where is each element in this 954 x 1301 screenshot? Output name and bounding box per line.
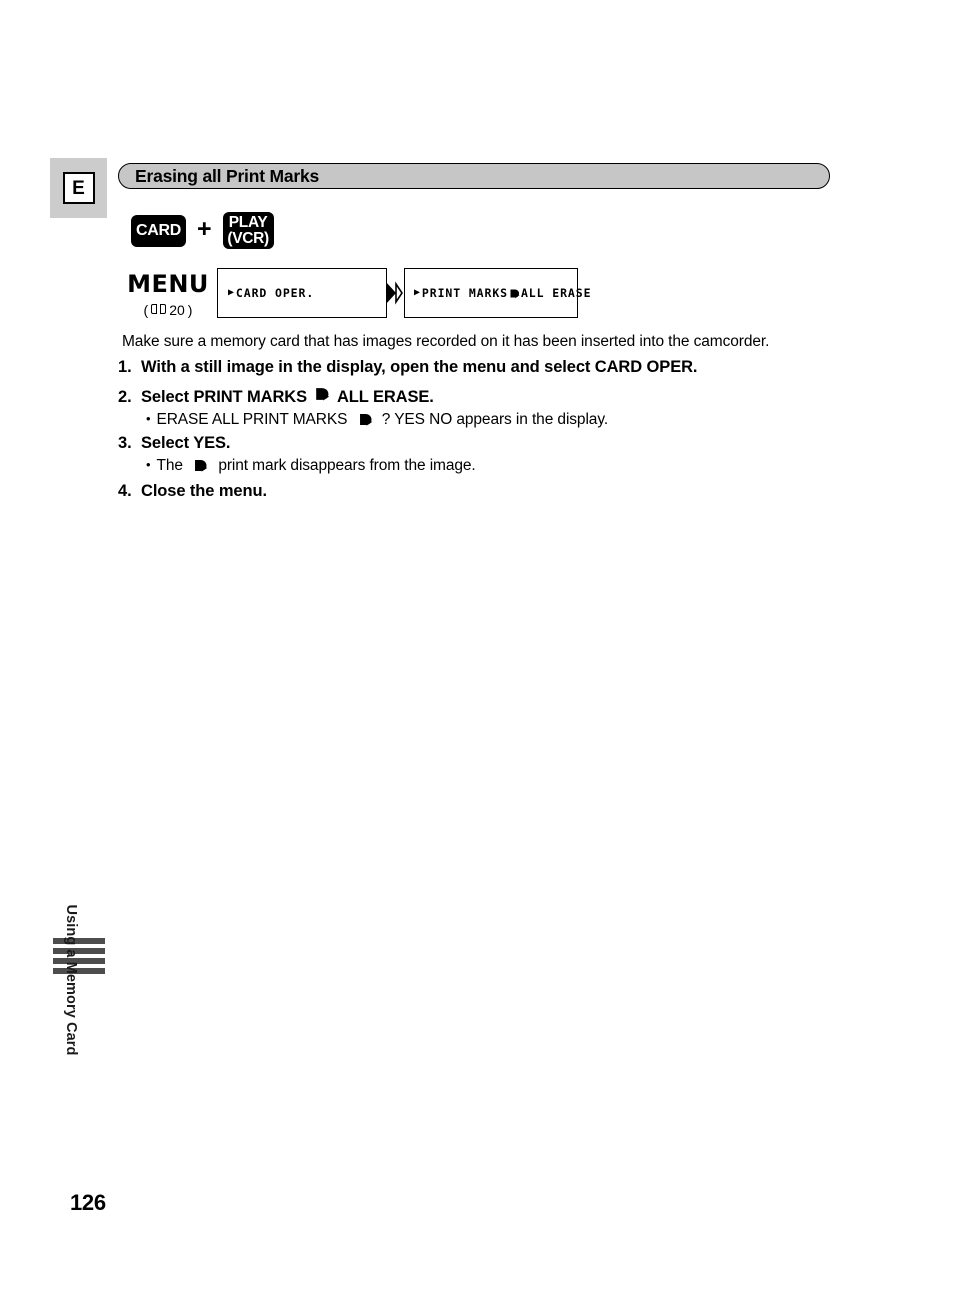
step-3: 3. Select YES. • The print mark disappea…: [118, 434, 858, 475]
step-2-note-text: ERASE ALL PRINT MARKS ? YES NO appears i…: [156, 411, 608, 429]
key-combination-row: CARD + PLAY (VCR): [131, 212, 274, 249]
step-3-note: • The print mark disappears from the ima…: [146, 457, 858, 475]
card-button-label: CARD: [135, 221, 182, 239]
card-button[interactable]: CARD: [131, 214, 186, 247]
menu-screen2-text-before: PRINT MARKS: [421, 286, 508, 300]
language-indicator-block: E: [50, 158, 107, 218]
step-2-text: Select PRINT MARKS ALL ERASE.: [141, 386, 434, 407]
step-3-heading: 3. Select YES.: [118, 434, 858, 453]
menu-label: MENU: [127, 270, 209, 298]
plus-sign: +: [197, 215, 212, 243]
step-3-note-text: The print mark disappears from the image…: [156, 457, 475, 475]
menu-screen-line: ▶ CARD OPER.: [228, 286, 314, 300]
caret-right-icon: ▶: [228, 287, 235, 298]
bullet-icon: •: [146, 457, 151, 472]
print-mark-icon: [358, 412, 373, 427]
step-1-heading: 1. With a still image in the display, op…: [118, 358, 858, 377]
tab-bar: [53, 958, 105, 964]
step-2: 2. Select PRINT MARKS ALL ERASE. • ERASE…: [118, 386, 858, 429]
step-1: 1. With a still image in the display, op…: [118, 358, 858, 377]
chapter-title-text: Using a Memory Card: [63, 904, 79, 1056]
menu-screen2-text-after: ALL ERASE: [520, 286, 592, 300]
step-1-text: With a still image in the display, open …: [141, 358, 698, 376]
paren-open: (: [143, 302, 149, 318]
step-2-text-after: ALL ERASE.: [336, 388, 434, 406]
language-letter: E: [62, 172, 95, 204]
step-4-number: 4.: [118, 482, 132, 500]
print-mark-icon: [509, 288, 520, 299]
menu-screen1-text: CARD OPER.: [235, 286, 315, 300]
tab-bar: [53, 948, 105, 954]
book-icon: [151, 304, 167, 316]
step-4-heading: 4. Close the menu.: [118, 482, 858, 501]
double-chevron-right-icon: [385, 280, 403, 306]
play-button-label-line2: (VCR): [227, 229, 269, 247]
menu-page-reference: ( 20 ): [120, 303, 216, 317]
step-2-note-text-before: ERASE ALL PRINT MARKS: [156, 411, 348, 428]
tab-bar: [53, 938, 105, 944]
step-1-number: 1.: [118, 358, 132, 376]
chapter-tab-bars: [53, 938, 105, 978]
step-2-note-text-after: ? YES NO appears in the display.: [381, 411, 609, 428]
chapter-title-vertical: Using a Memory Card: [53, 905, 105, 1180]
step-3-text: Select YES.: [141, 434, 231, 452]
play-button-label-line1: PLAY: [228, 213, 268, 231]
menu-screen-line: ▶ PRINT MARKS ALL ERASE: [414, 286, 591, 300]
play-vcr-button[interactable]: PLAY (VCR): [222, 212, 274, 249]
print-mark-icon: [193, 458, 208, 473]
tab-bar: [53, 968, 105, 974]
section-title: Erasing all Print Marks: [135, 165, 320, 186]
intro-paragraph: Make sure a memory card that has images …: [122, 333, 770, 350]
bullet-icon: •: [146, 411, 151, 426]
menu-label-group: MENU ( 20 ): [120, 272, 216, 317]
caret-right-icon: ▶: [414, 287, 421, 298]
page-number: 126: [70, 1190, 106, 1215]
step-3-note-text-after: print mark disappears from the image.: [218, 457, 476, 474]
step-2-heading: 2. Select PRINT MARKS ALL ERASE.: [118, 386, 858, 407]
step-4: 4. Close the menu.: [118, 482, 858, 501]
step-2-number: 2.: [118, 388, 132, 406]
step-2-text-before: Select PRINT MARKS: [141, 388, 307, 406]
step-3-number: 3.: [118, 434, 132, 452]
step-2-note: • ERASE ALL PRINT MARKS ? YES NO appears…: [146, 411, 858, 429]
reference-page-number: 20: [169, 302, 185, 318]
step-3-note-text-before: The: [156, 457, 183, 474]
print-mark-icon: [314, 386, 330, 402]
section-header-bar: Erasing all Print Marks: [118, 163, 830, 189]
paren-close: ): [187, 302, 193, 318]
step-4-text: Close the menu.: [141, 482, 267, 500]
menu-screen-card-oper: ▶ CARD OPER.: [217, 268, 387, 318]
menu-screen-print-marks-all-erase: ▶ PRINT MARKS ALL ERASE: [404, 268, 591, 318]
